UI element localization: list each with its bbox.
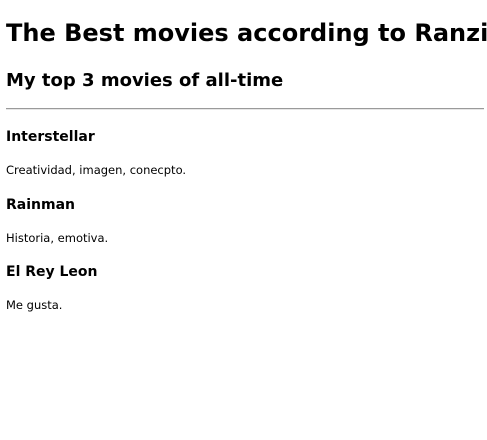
movie-title-el-rey-leon: El Rey Leon: [6, 264, 98, 280]
movie-title-interstellar: Interstellar: [6, 129, 95, 145]
movie-description-el-rey-leon: Me gusta.: [6, 298, 63, 312]
page-subtitle: My top 3 movies of all-time: [6, 70, 284, 91]
divider: [6, 108, 484, 110]
movie-description-rainman: Historia, emotiva.: [6, 231, 109, 245]
movie-title-rainman: Rainman: [6, 197, 75, 213]
movie-description-interstellar: Creatividad, imagen, conecpto.: [6, 163, 187, 177]
page: The Best movies according to Ranzik My t…: [0, 0, 487, 440]
page-title: The Best movies according to Ranzik: [6, 19, 487, 47]
